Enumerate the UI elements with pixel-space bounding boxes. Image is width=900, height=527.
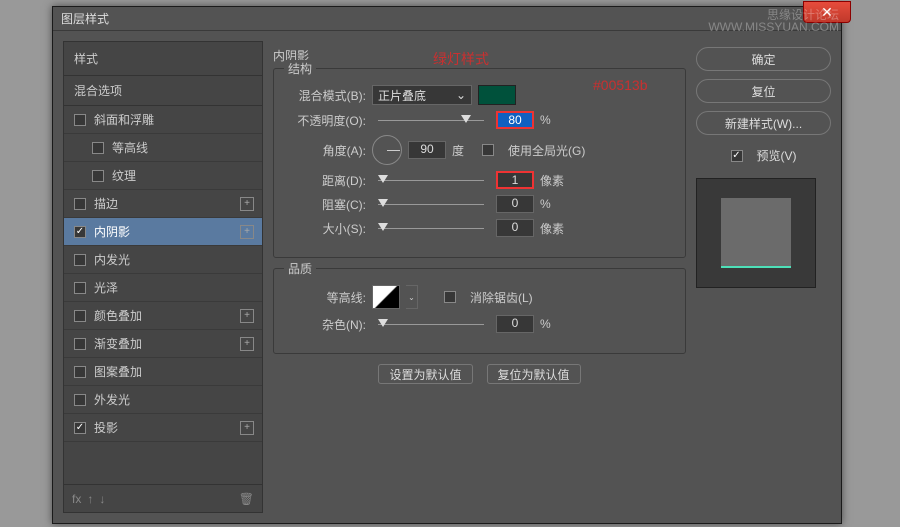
opacity-input[interactable]: 80 xyxy=(496,111,534,129)
style-item-9[interactable]: 图案叠加 xyxy=(64,358,262,386)
style-item-7[interactable]: 颜色叠加 + xyxy=(64,302,262,330)
window-title: 图层样式 xyxy=(61,10,109,27)
style-item-label: 颜色叠加 xyxy=(94,307,142,324)
noise-input[interactable]: 0 xyxy=(496,315,534,333)
style-checkbox[interactable] xyxy=(74,366,86,378)
style-item-11[interactable]: 投影 + xyxy=(64,414,262,442)
angle-input[interactable]: 90 xyxy=(408,141,446,159)
structure-label: 结构 xyxy=(284,60,316,77)
add-icon[interactable]: + xyxy=(240,309,254,323)
style-checkbox[interactable] xyxy=(74,394,86,406)
add-icon[interactable]: + xyxy=(240,225,254,239)
style-checkbox[interactable] xyxy=(74,422,86,434)
distance-input[interactable]: 1 xyxy=(496,171,534,189)
choke-input[interactable]: 0 xyxy=(496,195,534,213)
noise-label: 杂色(N): xyxy=(288,316,366,333)
style-checkbox[interactable] xyxy=(92,170,104,182)
ok-button[interactable]: 确定 xyxy=(696,47,831,71)
preview-swatch xyxy=(721,198,791,268)
style-checkbox[interactable] xyxy=(74,254,86,266)
sidebar-footer: fx ↑ ↓ 🗑 xyxy=(64,484,262,512)
style-checkbox[interactable] xyxy=(74,310,86,322)
style-item-8[interactable]: 渐变叠加 + xyxy=(64,330,262,358)
set-default-button[interactable]: 设置为默认值 xyxy=(378,364,472,384)
annotation-green-style: 绿灯样式 xyxy=(433,49,489,69)
arrow-up-icon[interactable]: ↑ xyxy=(87,492,93,506)
style-item-label: 内发光 xyxy=(94,251,130,268)
styles-header[interactable]: 样式 xyxy=(64,42,262,76)
style-item-label: 描边 xyxy=(94,195,118,212)
add-icon[interactable]: + xyxy=(240,197,254,211)
angle-dial[interactable] xyxy=(372,135,402,165)
style-item-label: 斜面和浮雕 xyxy=(94,111,154,128)
noise-slider[interactable] xyxy=(378,317,484,331)
blend-options-header[interactable]: 混合选项 xyxy=(64,76,262,106)
blend-mode-label: 混合模式(B): xyxy=(288,87,366,104)
size-slider[interactable] xyxy=(378,221,484,235)
preview-label: 预览(V) xyxy=(757,147,797,164)
trash-icon[interactable]: 🗑 xyxy=(239,492,254,506)
add-icon[interactable]: + xyxy=(240,337,254,351)
style-item-label: 等高线 xyxy=(112,139,148,156)
fx-icon[interactable]: fx xyxy=(72,492,81,506)
choke-slider[interactable] xyxy=(378,197,484,211)
new-style-button[interactable]: 新建样式(W)... xyxy=(696,111,831,135)
size-label: 大小(S): xyxy=(288,220,366,237)
blend-mode-dropdown[interactable]: 正片叠底⌄ xyxy=(372,85,472,105)
add-icon[interactable]: + xyxy=(240,421,254,435)
style-item-10[interactable]: 外发光 xyxy=(64,386,262,414)
distance-slider[interactable] xyxy=(378,173,484,187)
global-light-checkbox[interactable] xyxy=(482,144,494,156)
structure-group: 结构 混合模式(B): 正片叠底⌄ 不透明度(O): 80 % 角度(A): xyxy=(273,68,686,258)
watermark: 思缘设计论坛 WWW.MISSYUAN.COM xyxy=(708,9,839,33)
style-item-5[interactable]: 内发光 xyxy=(64,246,262,274)
style-item-3[interactable]: 描边 + xyxy=(64,190,262,218)
quality-group: 品质 等高线: ⌄ 消除锯齿(L) 杂色(N): 0 % xyxy=(273,268,686,354)
style-checkbox[interactable] xyxy=(74,338,86,350)
distance-label: 距离(D): xyxy=(288,172,366,189)
choke-label: 阻塞(C): xyxy=(288,196,366,213)
style-item-label: 内阴影 xyxy=(94,223,130,240)
quality-label: 品质 xyxy=(284,260,316,277)
style-item-1[interactable]: 等高线 xyxy=(64,134,262,162)
center-panel: 内阴影 绿灯样式 #00513b 结构 混合模式(B): 正片叠底⌄ 不透明度(… xyxy=(273,41,686,513)
style-checkbox[interactable] xyxy=(92,142,104,154)
opacity-label: 不透明度(O): xyxy=(288,112,366,129)
preview-checkbox[interactable] xyxy=(731,150,743,162)
color-swatch[interactable] xyxy=(478,85,516,105)
chevron-down-icon: ⌄ xyxy=(456,88,466,102)
preview-box xyxy=(696,178,816,288)
style-checkbox[interactable] xyxy=(74,198,86,210)
layer-style-dialog: 图层样式 ✕ 思缘设计论坛 WWW.MISSYUAN.COM 样式 混合选项 斜… xyxy=(52,6,842,524)
size-input[interactable]: 0 xyxy=(496,219,534,237)
arrow-down-icon[interactable]: ↓ xyxy=(99,492,105,506)
contour-picker[interactable] xyxy=(372,285,400,309)
contour-label: 等高线: xyxy=(288,289,366,306)
reset-button[interactable]: 复位 xyxy=(696,79,831,103)
style-item-0[interactable]: 斜面和浮雕 xyxy=(64,106,262,134)
style-checkbox[interactable] xyxy=(74,282,86,294)
style-item-2[interactable]: 纹理 xyxy=(64,162,262,190)
opacity-slider[interactable] xyxy=(378,113,484,127)
style-item-label: 光泽 xyxy=(94,279,118,296)
antialias-checkbox[interactable] xyxy=(444,291,456,303)
style-item-6[interactable]: 光泽 xyxy=(64,274,262,302)
styles-sidebar: 样式 混合选项 斜面和浮雕等高线纹理描边 + 内阴影 + 内发光光泽颜色叠加 + 渐变叠加 +… xyxy=(63,41,263,513)
global-light-label: 使用全局光(G) xyxy=(508,142,585,159)
style-item-label: 图案叠加 xyxy=(94,363,142,380)
style-checkbox[interactable] xyxy=(74,114,86,126)
style-item-label: 纹理 xyxy=(112,167,136,184)
style-checkbox[interactable] xyxy=(74,226,86,238)
reset-default-button[interactable]: 复位为默认值 xyxy=(487,364,581,384)
style-item-label: 外发光 xyxy=(94,391,130,408)
angle-label: 角度(A): xyxy=(288,142,366,159)
style-item-label: 渐变叠加 xyxy=(94,335,142,352)
contour-dropdown[interactable]: ⌄ xyxy=(406,285,418,309)
style-item-label: 投影 xyxy=(94,419,118,436)
antialias-label: 消除锯齿(L) xyxy=(470,289,533,306)
style-item-4[interactable]: 内阴影 + xyxy=(64,218,262,246)
right-panel: 确定 复位 新建样式(W)... 预览(V) xyxy=(696,41,831,513)
